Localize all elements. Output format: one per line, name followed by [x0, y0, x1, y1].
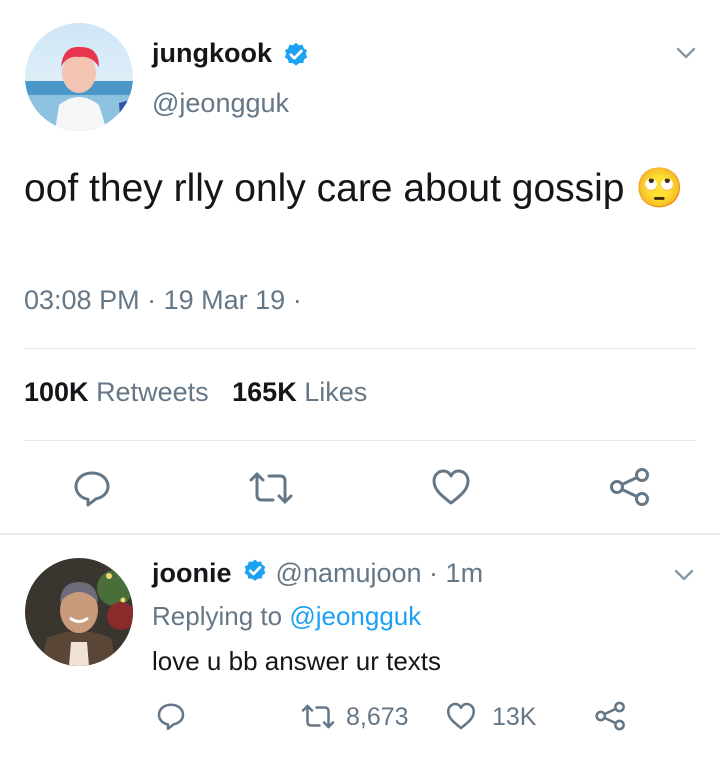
- divider: [24, 348, 696, 349]
- replying-to-label: Replying to: [152, 601, 283, 631]
- verified-icon: [242, 558, 268, 591]
- retweets-label: Retweets: [96, 377, 209, 407]
- chevron-down-icon[interactable]: [673, 40, 699, 66]
- likes-label: Likes: [304, 377, 368, 407]
- retweet-icon[interactable]: [247, 470, 295, 506]
- reply-age: 1m: [445, 558, 484, 588]
- share-icon[interactable]: [594, 700, 627, 732]
- tweet-stats: 100K Retweets 165K Likes: [24, 377, 367, 408]
- likes-stat[interactable]: 165K Likes: [232, 377, 367, 407]
- author-avatar[interactable]: [25, 23, 133, 131]
- reply-avatar[interactable]: [25, 558, 133, 666]
- replying-to: Replying to @jeongguk: [152, 601, 421, 632]
- reply-retweet-count: 8,673: [346, 703, 409, 731]
- reply-header: joonie @namujoon · 1m: [152, 558, 483, 591]
- section-divider: [0, 533, 720, 535]
- retweets-count: 100K: [24, 377, 89, 407]
- heart-icon[interactable]: [445, 701, 477, 731]
- author-name-row: jungkook: [152, 38, 310, 74]
- likes-count: 165K: [232, 377, 297, 407]
- tweet-text-content: oof they rlly only care about gossip: [24, 167, 625, 210]
- meta-separator: ·: [292, 285, 302, 315]
- reply-icon[interactable]: [156, 701, 186, 731]
- reply-text: love u bb answer ur texts: [152, 646, 442, 676]
- meta-separator: ·: [147, 285, 164, 315]
- heart-icon[interactable]: [430, 467, 472, 507]
- verified-icon: [282, 41, 310, 74]
- tweet-text: oof they rlly only care about gossip 🙄: [24, 160, 684, 218]
- tweet-time: 03:08 PM: [24, 285, 140, 315]
- reply-separator: ·: [429, 558, 446, 588]
- retweet-icon[interactable]: [300, 703, 336, 730]
- reply-author-handle[interactable]: @namujoon: [276, 558, 422, 588]
- reply-like-count: 13K: [492, 703, 537, 731]
- divider: [24, 440, 696, 441]
- face-with-rolling-eyes-emoji: 🙄: [635, 167, 684, 210]
- reply-author-name[interactable]: joonie: [152, 558, 232, 588]
- replying-to-handle[interactable]: @jeongguk: [289, 601, 421, 631]
- chevron-down-icon[interactable]: [671, 562, 697, 588]
- tweet-date: 19 Mar 19: [163, 285, 286, 315]
- author-name[interactable]: jungkook: [152, 38, 272, 68]
- author-handle[interactable]: @jeongguk: [152, 88, 289, 119]
- share-icon[interactable]: [608, 466, 652, 508]
- reply-icon[interactable]: [72, 468, 112, 508]
- tweet-meta: 03:08 PM · 19 Mar 19 ·: [24, 285, 302, 316]
- retweets-stat[interactable]: 100K Retweets: [24, 377, 216, 407]
